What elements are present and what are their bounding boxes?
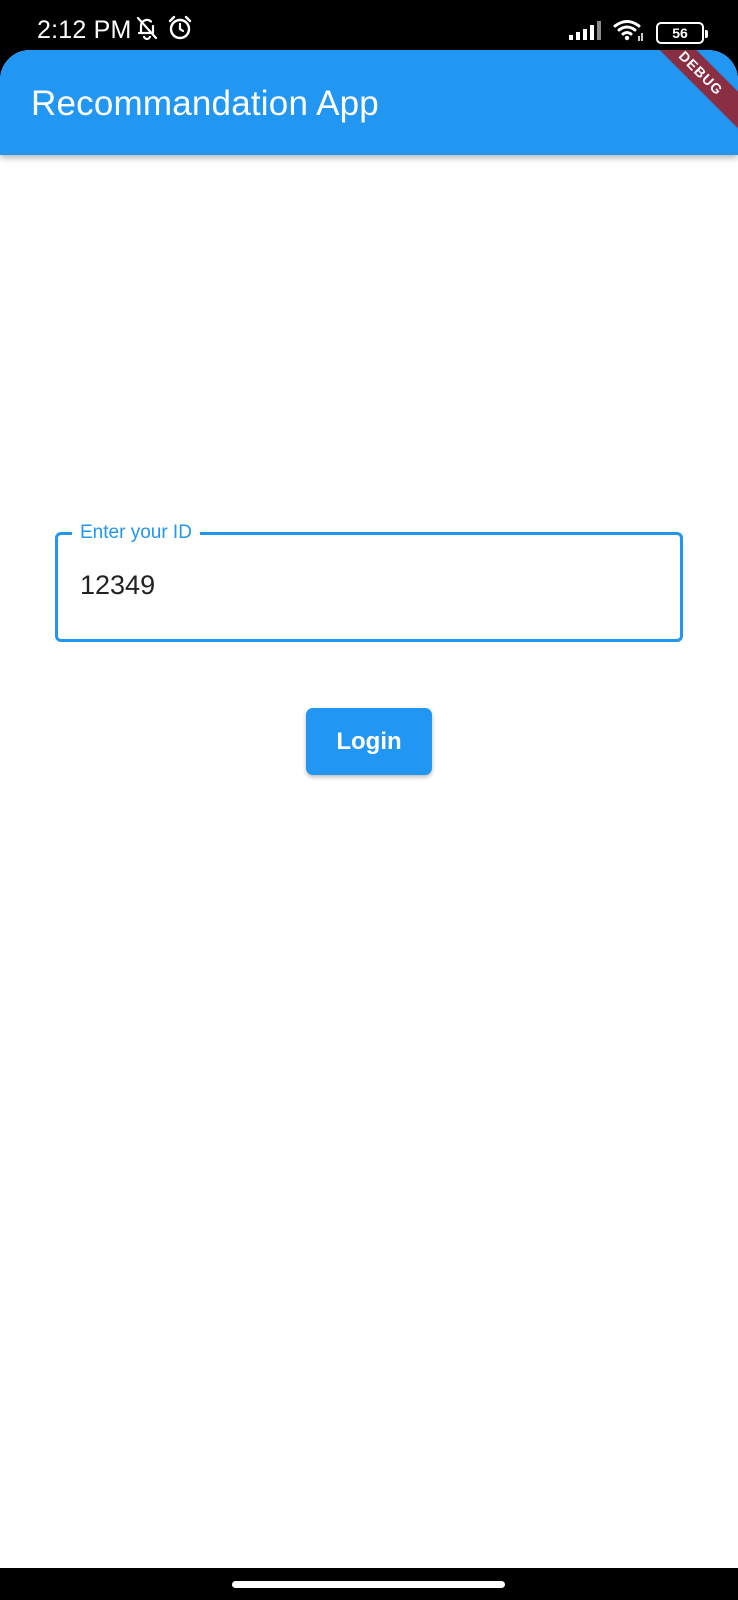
- wifi-icon: [612, 18, 646, 47]
- id-field-label: Enter your ID: [72, 519, 200, 547]
- id-field[interactable]: Enter your ID: [55, 519, 683, 642]
- debug-banner: DEBUG: [638, 50, 738, 136]
- id-input[interactable]: [80, 567, 660, 603]
- status-time: 2:12 PM: [37, 16, 132, 44]
- home-indicator[interactable]: [232, 1581, 505, 1588]
- alarm-icon: [167, 15, 193, 46]
- app-bar: Recommandation App DEBUG: [0, 50, 738, 155]
- status-right-icons: 56: [568, 18, 708, 47]
- navigation-bar: [0, 1568, 738, 1600]
- login-button[interactable]: Login: [306, 708, 432, 775]
- battery-level: 56: [672, 24, 688, 41]
- battery-icon: 56: [656, 21, 708, 44]
- status-left-icons: [135, 15, 193, 46]
- notifications-off-icon: [135, 15, 159, 46]
- app-screen: Recommandation App DEBUG Enter your ID L…: [0, 50, 738, 1568]
- app-title: Recommandation App: [31, 84, 379, 123]
- status-bar: 2:12 PM 56: [0, 0, 738, 56]
- signal-icon: [568, 19, 602, 46]
